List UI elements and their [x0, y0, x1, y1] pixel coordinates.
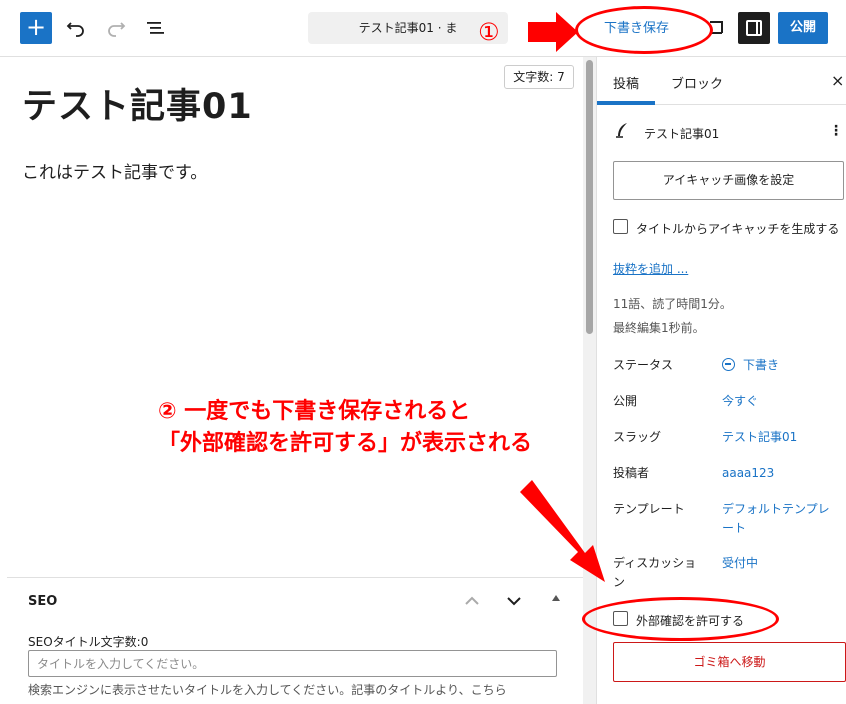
annotation-ellipse-save-draft	[575, 6, 713, 54]
more-options-icon[interactable]: ⋮	[829, 123, 843, 139]
chevron-down-icon[interactable]	[505, 592, 523, 610]
add-excerpt-link[interactable]: 抜粋を追加 ...	[613, 260, 688, 277]
sidebar-tabs: 投稿 ブロック ×	[597, 57, 846, 105]
post-stats: 11語、読了時間1分。 最終編集1秒前。	[613, 292, 732, 340]
post-title[interactable]: テスト記事01	[22, 78, 253, 129]
tab-block[interactable]: ブロック	[671, 73, 723, 92]
discussion-label: ディスカッション	[613, 556, 697, 589]
seo-panel-heading[interactable]: SEO	[28, 594, 57, 609]
slug-button[interactable]: テスト記事01	[722, 428, 797, 447]
annotation-note-2-line2: 「外部確認を許可する」が表示される	[158, 431, 533, 456]
editor-canvas: テスト記事01 これはテスト記事です。	[0, 57, 583, 577]
status-value: 下書き	[743, 358, 780, 372]
publish-date-button[interactable]: 今すぐ	[722, 392, 758, 411]
template-label: テンプレート	[613, 502, 685, 516]
undo-icon[interactable]	[60, 12, 92, 44]
seo-help-text: 検索エンジンに表示させたいタイトルを入力してください。記事のタイトルより、こちら	[28, 683, 507, 697]
post-body-paragraph[interactable]: これはテスト記事です。	[22, 158, 207, 183]
status-label: ステータス	[613, 358, 674, 372]
top-toolbar: + テスト記事01 · ま 下書き保存 公開	[0, 0, 846, 57]
annotation-note-2-line1: ② 一度でも下書き保存されると	[158, 399, 471, 424]
add-block-button[interactable]: +	[20, 12, 52, 44]
publish-date-label: 公開	[613, 394, 638, 408]
seo-title-count-label: SEOタイトル文字数:0	[28, 635, 149, 649]
author-label: 投稿者	[613, 466, 650, 480]
discussion-button[interactable]: 受付中	[722, 554, 758, 573]
generate-featured-checkbox[interactable]	[613, 219, 628, 234]
generate-featured-label: タイトルからアイキャッチを生成する	[636, 222, 840, 236]
feather-icon	[616, 123, 627, 138]
sidebar-post-title: テスト記事01	[644, 127, 720, 141]
template-button[interactable]: デフォルトテンプレート	[722, 500, 834, 538]
last-edited-text: 最終編集1秒前。	[613, 321, 705, 335]
tab-post[interactable]: 投稿	[613, 73, 639, 92]
set-featured-image-button[interactable]: アイキャッチ画像を設定	[613, 161, 844, 200]
close-icon[interactable]: ×	[831, 71, 844, 90]
draft-status-icon	[722, 358, 735, 371]
word-count-text: 11語、読了時間1分。	[613, 297, 732, 311]
publish-button[interactable]: 公開	[778, 12, 828, 44]
status-value-button[interactable]: 下書き	[722, 356, 779, 375]
active-tab-indicator	[597, 101, 655, 105]
chevron-up-icon[interactable]	[463, 592, 481, 610]
list-view-icon[interactable]	[140, 12, 172, 44]
seo-title-input[interactable]	[28, 650, 557, 677]
move-to-trash-button[interactable]: ゴミ箱へ移動	[613, 642, 846, 682]
annotation-note-2: ② 一度でも下書き保存されると 「外部確認を許可する」が表示される	[158, 396, 532, 460]
collapse-triangle-icon[interactable]	[552, 595, 560, 601]
slug-label: スラッグ	[613, 430, 662, 444]
annotation-marker-1: ①	[478, 18, 500, 46]
settings-sidebar-toggle-button[interactable]	[738, 12, 770, 44]
sidebar-toggle-icon	[746, 20, 762, 36]
annotation-ellipse-external-preview	[582, 597, 779, 641]
editor-scrollbar-thumb[interactable]	[586, 60, 593, 334]
character-count-badge: 文字数: 7	[504, 65, 574, 89]
seo-panel: SEO SEOタイトル文字数:0 検索エンジンに表示させたいタイトルを入力してく…	[7, 577, 583, 704]
author-button[interactable]: aaaa123	[722, 464, 774, 483]
redo-icon[interactable]	[100, 12, 132, 44]
